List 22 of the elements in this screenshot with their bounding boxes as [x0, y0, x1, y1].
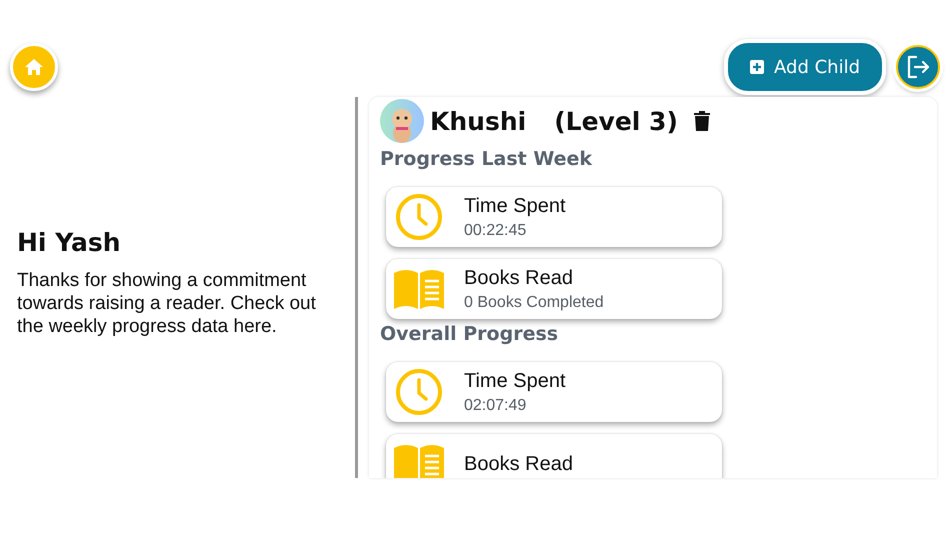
logout-button[interactable]: [896, 45, 940, 89]
avatar-icon: [380, 99, 424, 143]
greeting-title: Hi Yash: [17, 228, 122, 256]
stat-title: Time Spent: [464, 370, 566, 392]
stat-value: 0 Books Completed: [464, 294, 604, 312]
child-name: Khushi: [430, 106, 526, 136]
section-title: Progress Last Week: [380, 148, 594, 170]
stat-value: 00:22:45: [464, 222, 528, 240]
open-book-icon: [392, 267, 446, 311]
stat-title: Time Spent: [464, 194, 566, 218]
stat-title: Books Read: [464, 266, 574, 290]
logout-icon: [906, 55, 930, 79]
stat-value: 02:07:49: [464, 396, 528, 414]
clock-icon: [394, 367, 444, 417]
clock-icon: [394, 192, 444, 242]
delete-icon[interactable]: [694, 111, 710, 131]
greeting-message: Thanks for showing a commitment towards raising a reader. Check out the weekly progress data here.: [17, 268, 317, 338]
home-icon: [25, 59, 43, 75]
stat-title: Books Read: [464, 452, 573, 476]
child-level: (Level 3): [554, 106, 678, 136]
plus-square-icon: [750, 60, 764, 74]
section-title: Overall Progress: [380, 323, 560, 345]
